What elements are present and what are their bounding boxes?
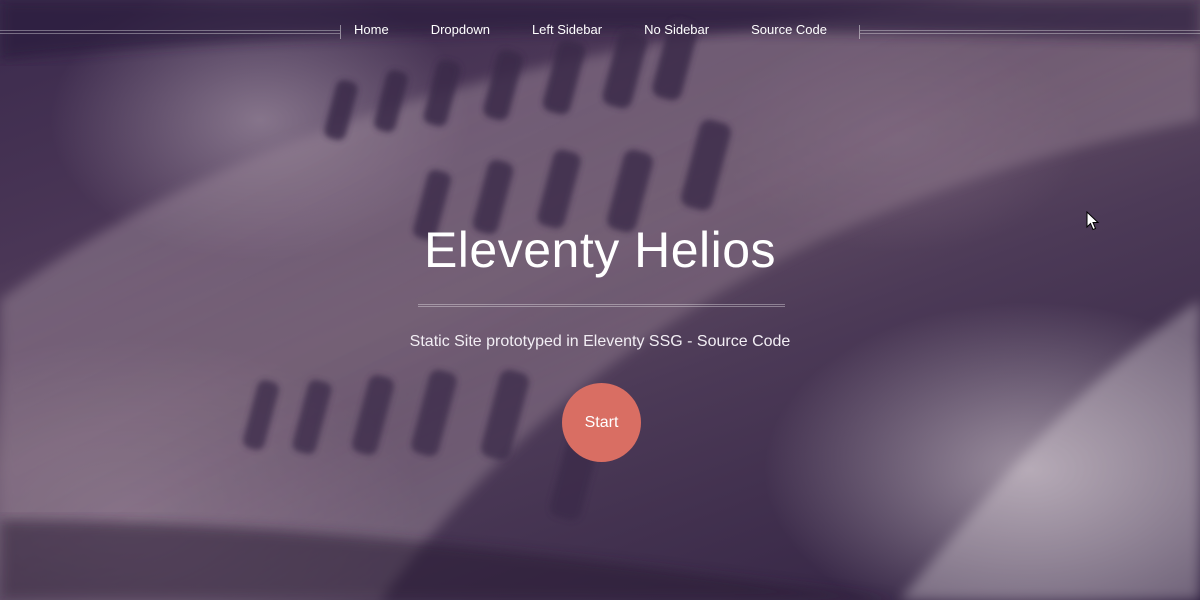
page-title: Eleventy Helios (423, 222, 777, 278)
nav-divider-left (0, 30, 340, 34)
page-subtitle: Static Site prototyped in Eleventy SSG -… (409, 333, 791, 350)
nav-divider-right (860, 30, 1200, 34)
nav-item-home[interactable]: Home (354, 20, 389, 40)
top-navigation: Home Dropdown Left Sidebar No Sidebar So… (0, 20, 1200, 42)
nav-item-dropdown[interactable]: Dropdown (431, 20, 490, 40)
nav-menu: Home Dropdown Left Sidebar No Sidebar So… (354, 20, 827, 40)
mouse-pointer-icon (1086, 211, 1100, 231)
fuselage-illustration (0, 0, 1200, 600)
nav-item-left-sidebar[interactable]: Left Sidebar (532, 20, 602, 40)
start-button[interactable]: Start (562, 383, 641, 462)
nav-item-no-sidebar[interactable]: No Sidebar (644, 20, 709, 40)
nav-tick-left (340, 25, 341, 39)
nav-item-source-code[interactable]: Source Code (751, 20, 827, 40)
hero-background-image (0, 0, 1200, 600)
title-divider (418, 304, 785, 307)
